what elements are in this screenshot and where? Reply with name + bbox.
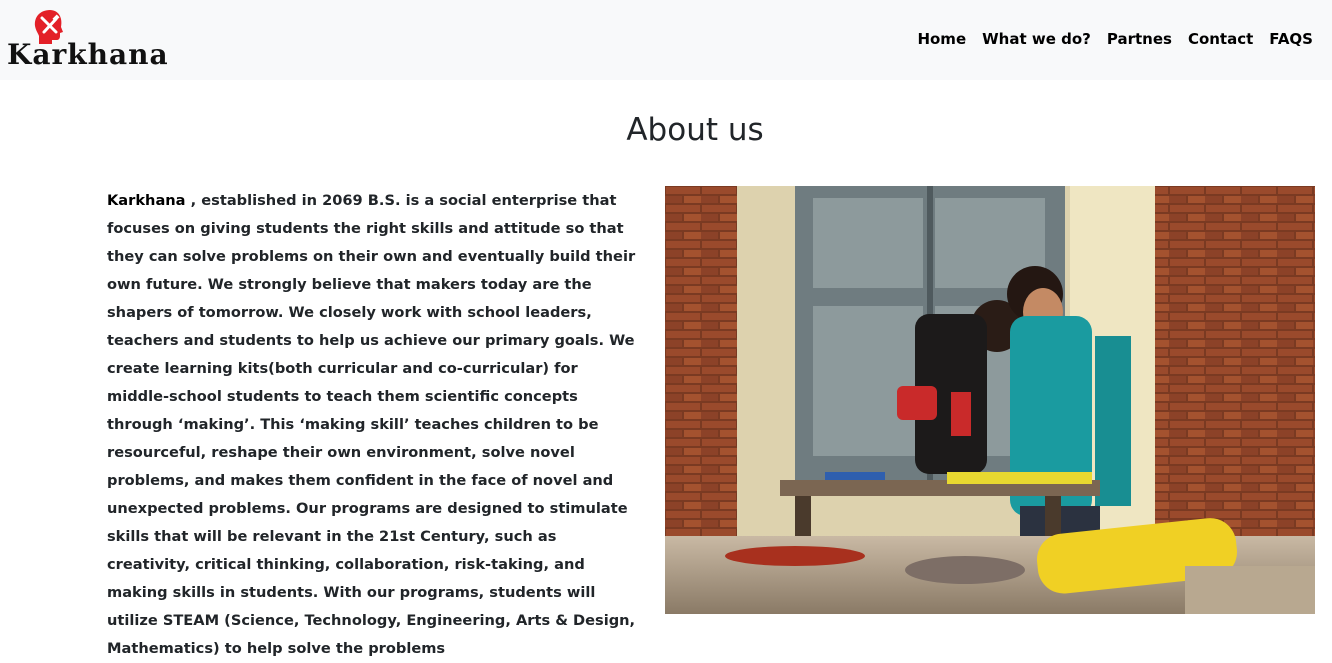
nav-faqs[interactable]: FAQS (1269, 28, 1313, 50)
brand-name: Karkhana (7, 38, 169, 71)
navbar: Karkhana Home What we do? Partnes Contac… (0, 0, 1332, 80)
about-photo (665, 186, 1315, 614)
nav-home[interactable]: Home (917, 28, 966, 50)
main-nav: Home What we do? Partnes Contact FAQS (917, 28, 1313, 50)
about-paragraph: Karkhana , established in 2069 B.S. is a… (107, 187, 639, 663)
brand-logo-link[interactable]: Karkhana (7, 9, 187, 71)
about-lead: Karkhana (107, 192, 186, 209)
nav-partners[interactable]: Partnes (1107, 28, 1172, 50)
page-title: About us (626, 112, 764, 148)
kids-making-photo (665, 186, 1315, 614)
nav-contact[interactable]: Contact (1188, 28, 1253, 50)
about-body: , established in 2069 B.S. is a social e… (107, 192, 636, 657)
nav-what-we-do[interactable]: What we do? (982, 28, 1091, 50)
